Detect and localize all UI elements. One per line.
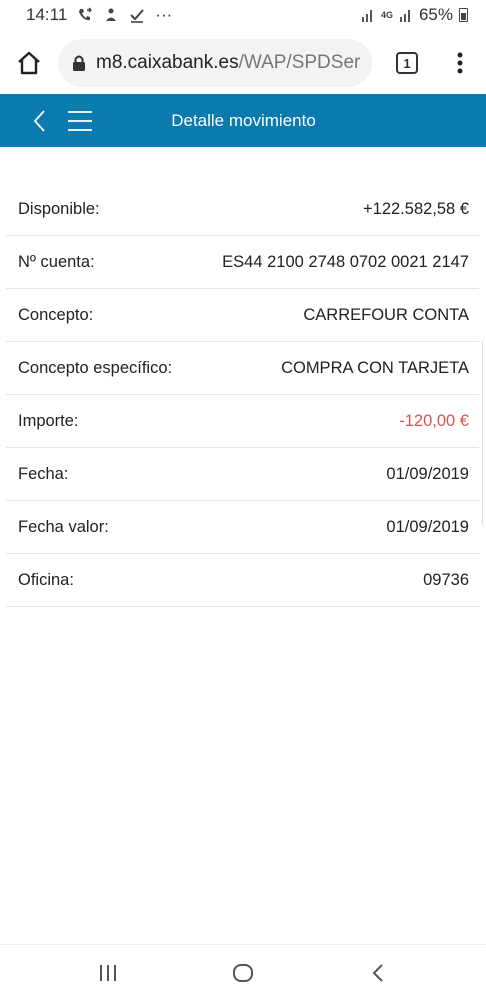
download-done-icon: [129, 7, 145, 23]
status-left: 14:11 ···: [26, 5, 172, 25]
detail-row-oficina: Oficina: 09736: [6, 554, 479, 607]
edge-panel-handle[interactable]: [482, 338, 486, 528]
detail-row-importe: Importe: -120,00 €: [6, 395, 479, 448]
app-header: Detalle movimiento: [0, 94, 486, 147]
detail-row-cuenta: Nº cuenta: ES44 2100 2748 0702 0021 2147: [6, 236, 479, 289]
recent-apps-button[interactable]: [78, 945, 138, 1000]
back-button[interactable]: [24, 94, 54, 147]
call-forward-icon: [77, 7, 93, 23]
browser-menu-button[interactable]: [438, 36, 482, 90]
detail-label: Disponible:: [18, 199, 100, 218]
menu-button[interactable]: [60, 94, 100, 147]
status-time: 14:11: [26, 5, 68, 24]
detail-row-fecha: Fecha: 01/09/2019: [6, 448, 479, 501]
detail-value: COMPRA CON TARJETA: [281, 358, 469, 377]
network-type-icon: 4G: [380, 10, 393, 20]
url-path: /WAP/SPDSer: [238, 52, 361, 73]
recent-apps-icon: [99, 964, 116, 981]
address-bar[interactable]: m8.caixabank.es/WAP/SPDSer: [58, 39, 372, 87]
url-text: m8.caixabank.es/WAP/SPDSer: [96, 52, 360, 74]
back-chevron-icon: [372, 963, 384, 982]
detail-value: 01/09/2019: [386, 517, 469, 536]
detail-label: Nº cuenta:: [18, 252, 95, 271]
detail-value: +122.582,58 €: [363, 199, 469, 218]
detail-label: Concepto:: [18, 305, 94, 324]
url-domain: m8.caixabank.es: [96, 52, 239, 73]
detail-value: ES44 2100 2748 0702 0021 2147: [222, 252, 469, 271]
signal-icon-2: [399, 7, 413, 23]
detail-label: Fecha:: [18, 464, 69, 483]
detail-value: 09736: [423, 570, 469, 589]
browser-toolbar: m8.caixabank.es/WAP/SPDSer 1: [0, 36, 486, 90]
chevron-left-icon: [33, 109, 45, 132]
home-icon: [18, 51, 40, 75]
system-nav-bar: [0, 944, 486, 1000]
detail-row-concepto-especifico: Concepto específico: COMPRA CON TARJETA: [6, 342, 479, 395]
battery-percent: 65%: [418, 5, 453, 24]
detail-label: Concepto específico:: [18, 358, 173, 377]
detail-value: CARREFOUR CONTA: [303, 305, 469, 324]
lock-icon: [73, 55, 85, 71]
more-vert-icon: [457, 52, 463, 74]
detail-row-fecha-valor: Fecha valor: 01/09/2019: [6, 501, 479, 554]
status-right: 4G 65%: [361, 5, 468, 25]
detail-label: Importe:: [18, 411, 79, 430]
back-nav-button[interactable]: [348, 945, 408, 1000]
gesture-icon: [103, 7, 119, 23]
detail-value: 01/09/2019: [386, 464, 469, 483]
detail-row-concepto: Concepto: CARREFOUR CONTA: [6, 289, 479, 342]
movement-detail-list: Disponible: +122.582,58 € Nº cuenta: ES4…: [6, 183, 479, 607]
home-button[interactable]: [0, 36, 58, 90]
home-nav-button[interactable]: [213, 945, 273, 1000]
amount-value: -120,00 €: [399, 411, 469, 430]
detail-label: Oficina:: [18, 570, 74, 589]
detail-row-disponible: Disponible: +122.582,58 €: [6, 183, 479, 236]
hamburger-icon: [68, 110, 92, 131]
status-bar: 14:11 ··· 4G 65%: [0, 0, 486, 30]
tab-switcher-button[interactable]: 1: [376, 36, 438, 90]
signal-icon: [361, 7, 375, 23]
battery-icon: [459, 8, 468, 22]
detail-label: Fecha valor:: [18, 517, 109, 536]
home-circle-icon: [232, 963, 253, 982]
tab-count: 1: [396, 52, 418, 74]
status-more: ···: [155, 5, 173, 24]
